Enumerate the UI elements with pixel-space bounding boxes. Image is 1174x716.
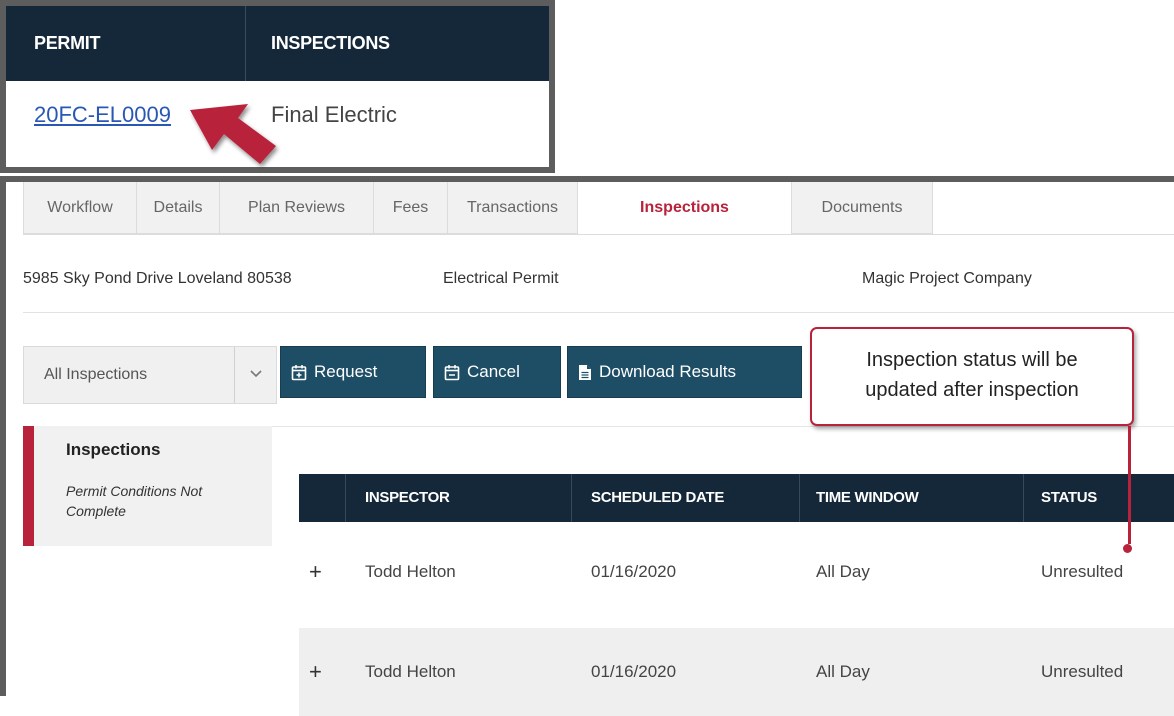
table-row: + Todd Helton 01/16/2020 All Day Unresul… bbox=[299, 628, 1174, 716]
tab-details[interactable]: Details bbox=[136, 182, 220, 234]
header-divider bbox=[345, 474, 346, 522]
header-divider bbox=[1023, 474, 1024, 522]
time-window-cell: All Day bbox=[816, 662, 870, 681]
time-window-cell: All Day bbox=[816, 562, 870, 581]
scheduled-date-column-header: SCHEDULED DATE bbox=[591, 489, 725, 506]
status-column-header: STATUS bbox=[1041, 489, 1097, 506]
inspector-cell: Todd Helton bbox=[365, 662, 456, 681]
header-divider bbox=[799, 474, 800, 522]
calendar-minus-icon bbox=[444, 364, 460, 380]
download-results-button[interactable]: Download Results bbox=[567, 346, 802, 398]
permit-type: Electrical Permit bbox=[443, 270, 559, 287]
permit-company: Magic Project Company bbox=[862, 270, 1032, 287]
tab-bar-underline bbox=[23, 234, 1174, 235]
callout-line-1: Inspection status will be bbox=[866, 349, 1078, 371]
document-icon bbox=[579, 364, 591, 380]
sidebar-title: Inspections bbox=[66, 440, 161, 459]
tab-workflow[interactable]: Workflow bbox=[23, 182, 137, 234]
inspection-filter-select[interactable]: All Inspections bbox=[23, 346, 277, 404]
permit-address: 5985 Sky Pond Drive Loveland 80538 bbox=[23, 270, 292, 287]
callout-pointer-line bbox=[1128, 426, 1131, 544]
download-button-label: Download Results bbox=[599, 362, 737, 381]
status-callout: Inspection status will be updated after … bbox=[810, 327, 1134, 426]
callout-pointer-dot bbox=[1123, 544, 1132, 553]
chevron-down-icon bbox=[250, 370, 262, 378]
request-inspection-button[interactable]: Request bbox=[280, 346, 426, 398]
cancel-inspection-button[interactable]: Cancel bbox=[433, 346, 561, 398]
info-divider bbox=[23, 312, 1174, 313]
cancel-button-label: Cancel bbox=[467, 362, 520, 381]
request-button-label: Request bbox=[314, 362, 378, 381]
callout-line-2: updated after inspection bbox=[865, 379, 1079, 401]
select-arrow-box bbox=[234, 347, 276, 403]
scheduled-date-cell: 01/16/2020 bbox=[591, 662, 677, 681]
tab-plan-reviews[interactable]: Plan Reviews bbox=[219, 182, 374, 234]
tab-inspections[interactable]: Inspections bbox=[577, 182, 792, 234]
inspection-filter-value: All Inspections bbox=[44, 366, 148, 383]
inspections-table-header: INSPECTOR SCHEDULED DATE TIME WINDOW STA… bbox=[299, 474, 1174, 522]
status-cell: Unresulted bbox=[1041, 662, 1124, 681]
expand-row-plus-icon[interactable]: + bbox=[309, 628, 322, 716]
header-divider bbox=[571, 474, 572, 522]
permit-number-link[interactable]: 20FC-EL0009 bbox=[34, 102, 171, 127]
permit-number-cell: 20FC-EL0009 bbox=[34, 102, 171, 128]
sidebar-item-inspections[interactable]: Inspections Permit Conditions Not Comple… bbox=[23, 426, 272, 546]
calendar-plus-icon bbox=[291, 364, 307, 380]
inspection-type-cell: Final Electric bbox=[271, 102, 397, 127]
inspector-cell: Todd Helton bbox=[365, 562, 456, 581]
inspections-column-header: INSPECTIONS bbox=[271, 33, 390, 53]
time-window-column-header: TIME WINDOW bbox=[816, 489, 919, 506]
inspector-column-header: INSPECTOR bbox=[365, 489, 450, 506]
expand-row-plus-icon[interactable]: + bbox=[309, 528, 322, 616]
scheduled-date-cell: 01/16/2020 bbox=[591, 562, 677, 581]
red-pointer-arrow-icon bbox=[190, 104, 276, 164]
tab-fees[interactable]: Fees bbox=[373, 182, 448, 234]
table-row: + Todd Helton 01/16/2020 All Day Unresul… bbox=[299, 528, 1174, 616]
tab-documents[interactable]: Documents bbox=[791, 182, 933, 234]
permit-detail-panel: Workflow Details Plan Reviews Fees Trans… bbox=[0, 176, 1174, 716]
tab-transactions[interactable]: Transactions bbox=[447, 182, 578, 234]
sidebar-subtitle: Permit Conditions Not Complete bbox=[66, 483, 203, 519]
permit-table-header: PERMIT INSPECTIONS bbox=[6, 6, 549, 81]
status-cell: Unresulted bbox=[1041, 562, 1124, 581]
permit-column-header: PERMIT bbox=[34, 33, 101, 53]
header-divider bbox=[245, 6, 246, 81]
